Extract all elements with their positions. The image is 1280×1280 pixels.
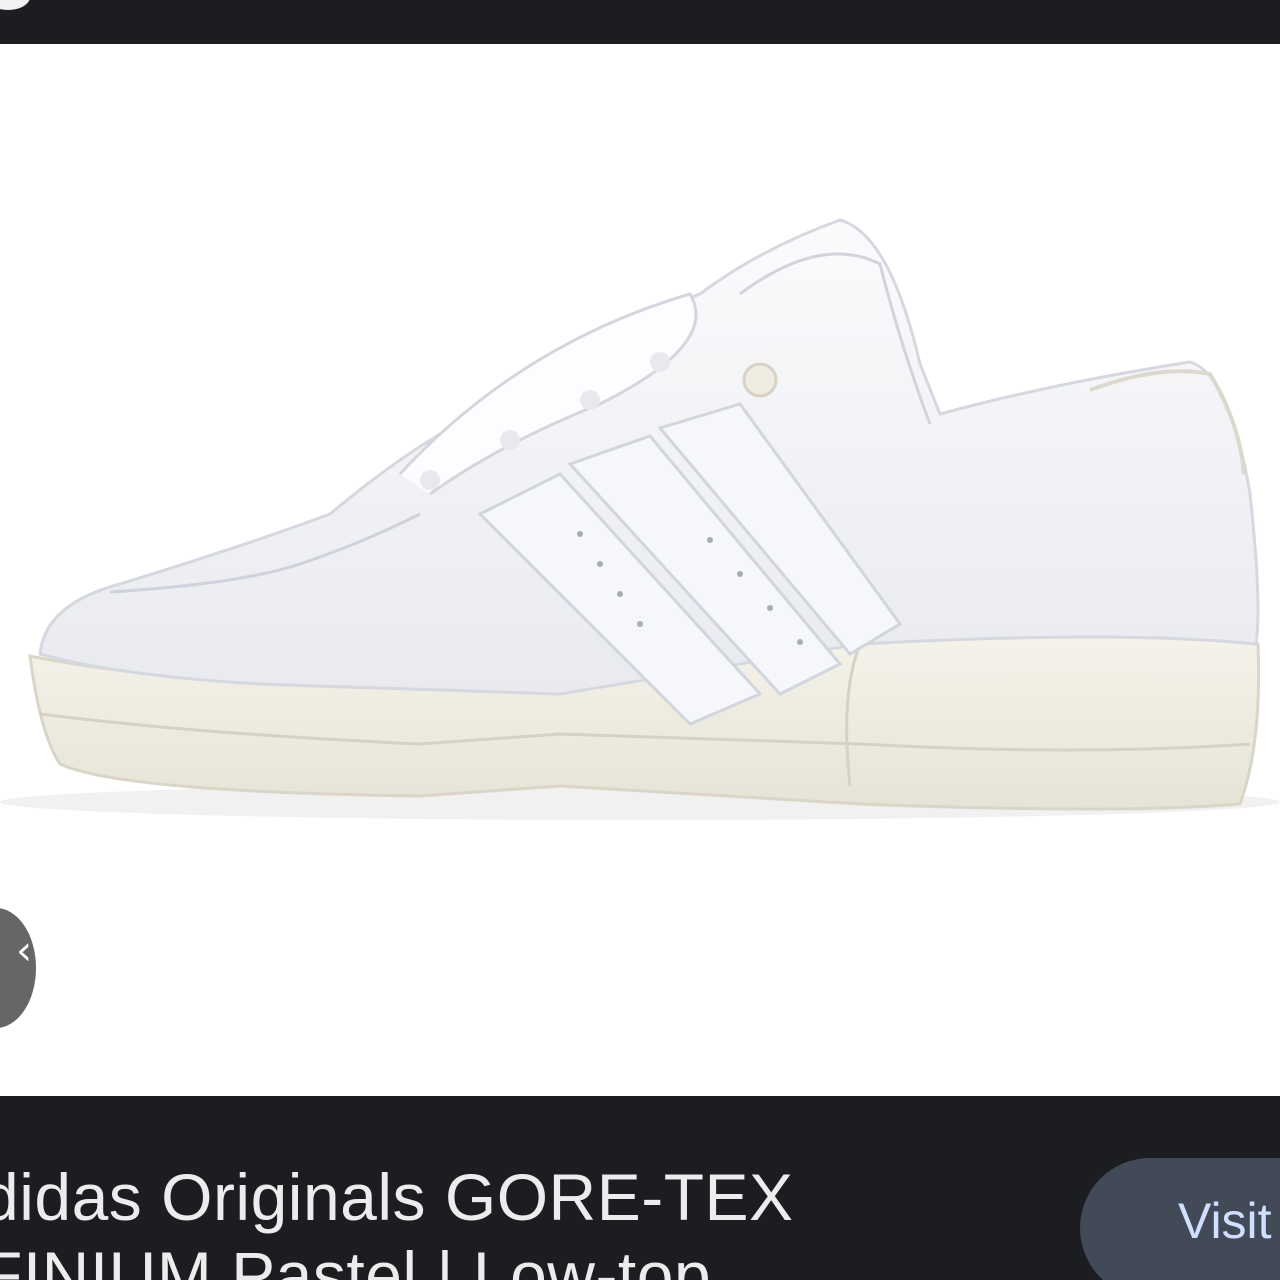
top-bar [0, 0, 1280, 44]
chevron-left-icon: ‹ [16, 928, 32, 974]
visit-button-label: Visit [1178, 1193, 1272, 1249]
product-image: ‹ [0, 44, 1280, 1096]
sneaker-illustration [0, 218, 1280, 820]
visit-button[interactable]: Visit [1080, 1158, 1280, 1280]
product-title: didas Originals GORE-TEX FINIUM Pastel |… [0, 1160, 794, 1280]
bottom-info-bar: didas Originals GORE-TEX FINIUM Pastel |… [0, 1096, 1280, 1280]
top-left-icon[interactable] [0, 0, 30, 10]
